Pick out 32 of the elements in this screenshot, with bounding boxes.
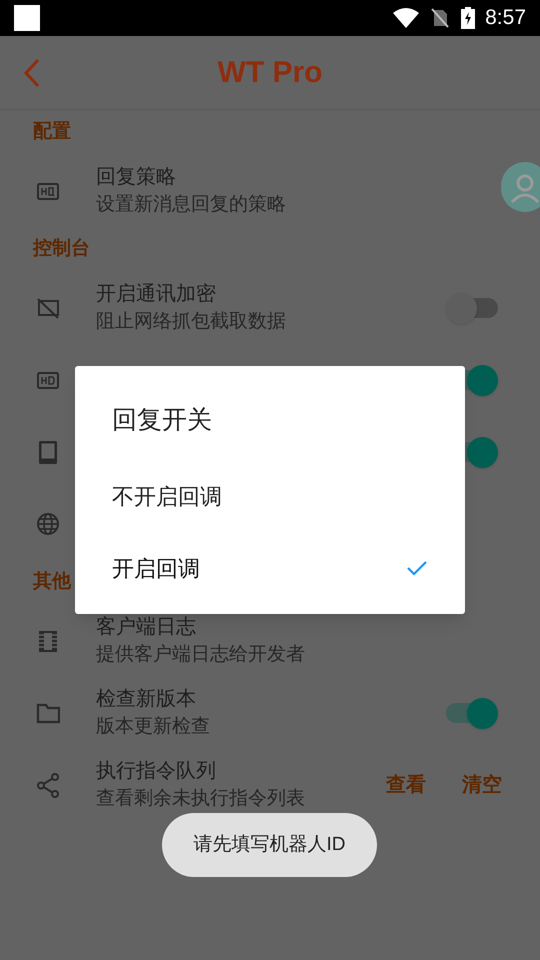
- clock-time: 8:57: [485, 5, 526, 32]
- setting-title: 检查新版本: [96, 687, 196, 712]
- setting-title: 执行指令队列: [96, 759, 216, 784]
- setting-title: 回复策略: [96, 165, 176, 190]
- setting-description: 阻止网络抓包截取数据: [96, 310, 286, 334]
- section-header: 控制台: [33, 236, 90, 262]
- setting-title: 开启通讯加密: [96, 282, 216, 307]
- section-header: 配置: [33, 120, 71, 144]
- wifi-icon: [393, 8, 420, 28]
- share-icon: [36, 772, 60, 798]
- setting-description: 提供客户端日志给开发者: [96, 643, 305, 667]
- setting-description: 设置新消息回复的策略: [96, 193, 286, 217]
- dialog-option[interactable]: 开启回调: [75, 532, 465, 604]
- picture-crossed-icon: [36, 296, 60, 320]
- tablet-icon: [36, 440, 60, 464]
- toggle-switch[interactable]: [446, 292, 498, 324]
- dialog-option[interactable]: 不开启回调: [75, 460, 465, 532]
- battery-charging-icon: [461, 7, 476, 29]
- toast-message: 请先填写机器人ID: [162, 813, 377, 877]
- globe-icon: [36, 512, 60, 536]
- setting-title: 客户端日志: [96, 615, 196, 640]
- no-sim-icon: [431, 8, 450, 28]
- section-header: 其他: [33, 570, 71, 594]
- dialog-title: 回复开关: [112, 405, 212, 436]
- app-title: WT Pro: [218, 55, 322, 91]
- notification-icon: [14, 5, 40, 31]
- film-strip-icon: [36, 628, 60, 654]
- toggle-switch[interactable]: [446, 697, 498, 729]
- setting-description: 版本更新检查: [96, 715, 210, 739]
- setting-description: 查看剩余未执行指令列表: [96, 787, 305, 811]
- check-icon: [406, 560, 428, 576]
- floating-avatar[interactable]: [501, 162, 540, 212]
